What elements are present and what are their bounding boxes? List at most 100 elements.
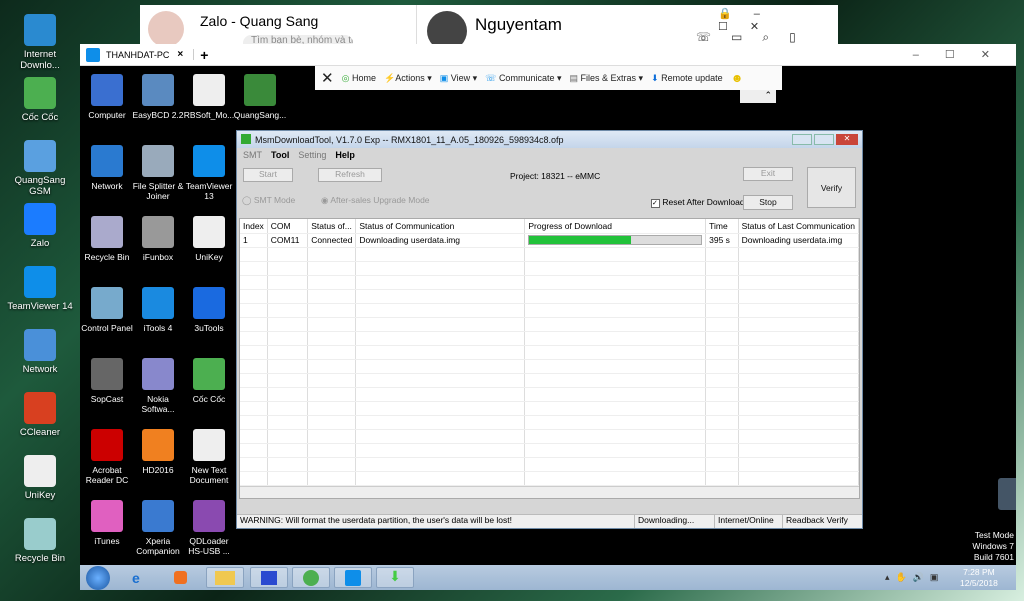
close-button[interactable]: ✕ — [836, 134, 858, 145]
remote-icon-3utools[interactable]: 3uTools — [181, 287, 237, 333]
start-button[interactable] — [86, 566, 110, 590]
remote-icon-recycle-bin[interactable]: Recycle Bin — [79, 216, 135, 262]
column-header-com[interactable]: COM — [267, 219, 309, 234]
coccoc-taskbar-button[interactable] — [292, 567, 330, 588]
teamviewer-taskbar-button[interactable] — [334, 567, 372, 588]
table-row[interactable]: 1 COM11 Connected Downloading userdata.img 3… — [240, 233, 859, 248]
toolbar-home[interactable]: ◎ Home — [342, 73, 376, 84]
table-row[interactable] — [240, 471, 859, 486]
column-header-status-of-last-communication[interactable]: Status of Last Communication — [738, 219, 859, 234]
window-controls[interactable]: –☐✕ — [913, 48, 1016, 61]
remote-icon-sopcast[interactable]: SopCast — [79, 358, 135, 404]
remote-icon-teamviewer-13[interactable]: TeamViewer 13 — [181, 145, 237, 201]
call-controls[interactable]: ☏▭⌕▯ — [696, 30, 816, 45]
table-row[interactable] — [240, 345, 859, 360]
toolbar-view[interactable]: ▣ View ▾ — [440, 73, 477, 84]
desktop-icon-network[interactable]: Network — [4, 329, 76, 375]
toolbar-remote-update[interactable]: ⬇ Remote update — [651, 73, 723, 84]
table-row[interactable] — [240, 289, 859, 304]
table-row[interactable] — [240, 317, 859, 332]
remote-icon-control-panel[interactable]: Control Panel — [79, 287, 135, 333]
computer-taskbar-button[interactable] — [250, 567, 288, 588]
table-row[interactable] — [240, 303, 859, 318]
remote-icon-rbsoft-mo[interactable]: RBSoft_Mo... — [181, 74, 237, 120]
clock[interactable]: 7:28 PM 12/5/2018 — [960, 567, 998, 589]
smiley-icon[interactable]: ☻ — [731, 71, 744, 85]
desktop-icon-c-c-c-c[interactable]: Cốc Cốc — [4, 77, 76, 123]
toolbar-communicate[interactable]: ☏ Communicate ▾ — [485, 73, 561, 84]
collapse-toolbar-button[interactable]: ⌃ — [740, 90, 776, 103]
remote-icon-quangsang[interactable]: QuangSang... — [232, 74, 288, 120]
start-button[interactable]: Start — [243, 168, 293, 182]
remote-icon-acrobat-reader-dc[interactable]: Acrobat Reader DC — [79, 429, 135, 485]
desktop-icon-unikey[interactable]: UniKey — [4, 455, 76, 501]
system-tray-icons[interactable]: ▴✋🔊▣ — [885, 572, 944, 583]
remote-icon-unikey[interactable]: UniKey — [181, 216, 237, 262]
remote-icon-itunes[interactable]: iTunes — [79, 500, 135, 546]
remote-icon-easybcd-2-2[interactable]: EasyBCD 2.2 — [130, 74, 186, 120]
remote-icon-ifunbox[interactable]: iFunbox — [130, 216, 186, 262]
exit-button[interactable]: Exit — [743, 167, 793, 181]
table-row[interactable] — [240, 387, 859, 402]
column-header-index[interactable]: Index — [240, 219, 268, 234]
remote-icon-hd2016[interactable]: HD2016 — [130, 429, 186, 475]
explorer-taskbar-button[interactable] — [206, 567, 244, 588]
teamviewer-window[interactable]: THANHDAT-PC × + –☐✕ ✕ ◎ Home ⚡Actions ▾ … — [80, 44, 1016, 590]
menu-tool[interactable]: Tool — [271, 150, 289, 160]
remote-icon-itools-4[interactable]: iTools 4 — [130, 287, 186, 333]
table-row[interactable] — [240, 331, 859, 346]
menu-help[interactable]: Help — [335, 150, 355, 160]
remote-icon-qdloader-hs-usb[interactable]: QDLoader HS-USB ... — [181, 500, 237, 556]
remote-icon-c-c-c-c[interactable]: Cốc Cốc — [181, 358, 237, 404]
desktop-icon-internet-downlo[interactable]: Internet Downlo... — [4, 14, 76, 71]
smt-mode-radio[interactable]: ◯ SMT Mode — [242, 195, 295, 206]
table-row[interactable] — [240, 457, 859, 472]
aftersales-mode-radio[interactable]: ◉ After-sales Upgrade Mode — [321, 195, 430, 206]
desktop-icon-recycle-bin[interactable]: Recycle Bin — [4, 518, 76, 564]
teamviewer-side-handle[interactable] — [998, 478, 1016, 510]
tab-thanhdat-pc[interactable]: THANHDAT-PC — [106, 50, 177, 60]
column-header-status-of-communication[interactable]: Status of Communication — [355, 219, 526, 234]
reset-after-download-checkbox[interactable]: ✓ Reset After Download — [651, 197, 745, 208]
close-icon[interactable]: ✕ — [321, 69, 334, 87]
menu-setting[interactable]: Setting — [298, 150, 326, 160]
table-row[interactable] — [240, 359, 859, 374]
msm-taskbar-button[interactable]: ⬇ — [376, 567, 414, 588]
remote-icon-file-splitter-joiner[interactable]: File Splitter & Joiner — [130, 145, 186, 201]
table-row[interactable] — [240, 429, 859, 444]
minimize-button[interactable] — [792, 134, 812, 145]
table-row[interactable] — [240, 373, 859, 388]
desktop-icon-ccleaner[interactable]: CCleaner — [4, 392, 76, 438]
table-row[interactable] — [240, 443, 859, 458]
desktop-icon-zalo[interactable]: Zalo — [4, 203, 76, 249]
msm-download-tool-window[interactable]: MsmDownloadTool, V1.7.0 Exp -- RMX1801_1… — [236, 130, 863, 529]
column-header-progress-of-download[interactable]: Progress of Download — [524, 219, 707, 234]
stop-button[interactable]: Stop — [743, 195, 793, 210]
column-header-time[interactable]: Time — [705, 219, 739, 234]
table-row[interactable] — [240, 247, 859, 262]
remote-icon-nokia-softwa[interactable]: Nokia Softwa... — [130, 358, 186, 414]
menu-smt[interactable]: SMT — [243, 150, 262, 160]
refresh-button[interactable]: Refresh — [318, 168, 382, 182]
remote-icon-new-text-document[interactable]: New Text Document — [181, 429, 237, 485]
zalo-window[interactable]: Zalo - Quang Sang Tìm bạn bè, nhóm và ti… — [140, 5, 838, 51]
maximize-button[interactable] — [814, 134, 834, 145]
table-row[interactable] — [240, 415, 859, 430]
horizontal-scrollbar[interactable] — [240, 486, 859, 498]
table-row[interactable] — [240, 261, 859, 276]
remote-icon-network[interactable]: Network — [79, 145, 135, 191]
desktop-icon-teamviewer-14[interactable]: TeamViewer 14 — [4, 266, 76, 312]
desktop-icon-quangsang-gsm[interactable]: QuangSang GSM — [4, 140, 76, 197]
toolbar-actions[interactable]: ⚡Actions ▾ — [384, 73, 432, 84]
remote-icon-computer[interactable]: Computer — [79, 74, 135, 120]
close-tab-icon[interactable]: × — [177, 49, 195, 60]
toolbar-files[interactable]: ▤ Files & Extras ▾ — [570, 73, 644, 84]
table-row[interactable] — [240, 401, 859, 416]
internet-explorer-icon[interactable]: e — [132, 570, 140, 586]
remote-icon-xperia-companion[interactable]: Xperia Companion — [130, 500, 186, 556]
table-row[interactable] — [240, 275, 859, 290]
media-player-icon[interactable] — [174, 571, 187, 584]
new-tab-icon[interactable]: + — [194, 47, 208, 63]
column-header-status-of[interactable]: Status of... — [307, 219, 357, 234]
verify-button[interactable]: Verify — [807, 167, 856, 208]
